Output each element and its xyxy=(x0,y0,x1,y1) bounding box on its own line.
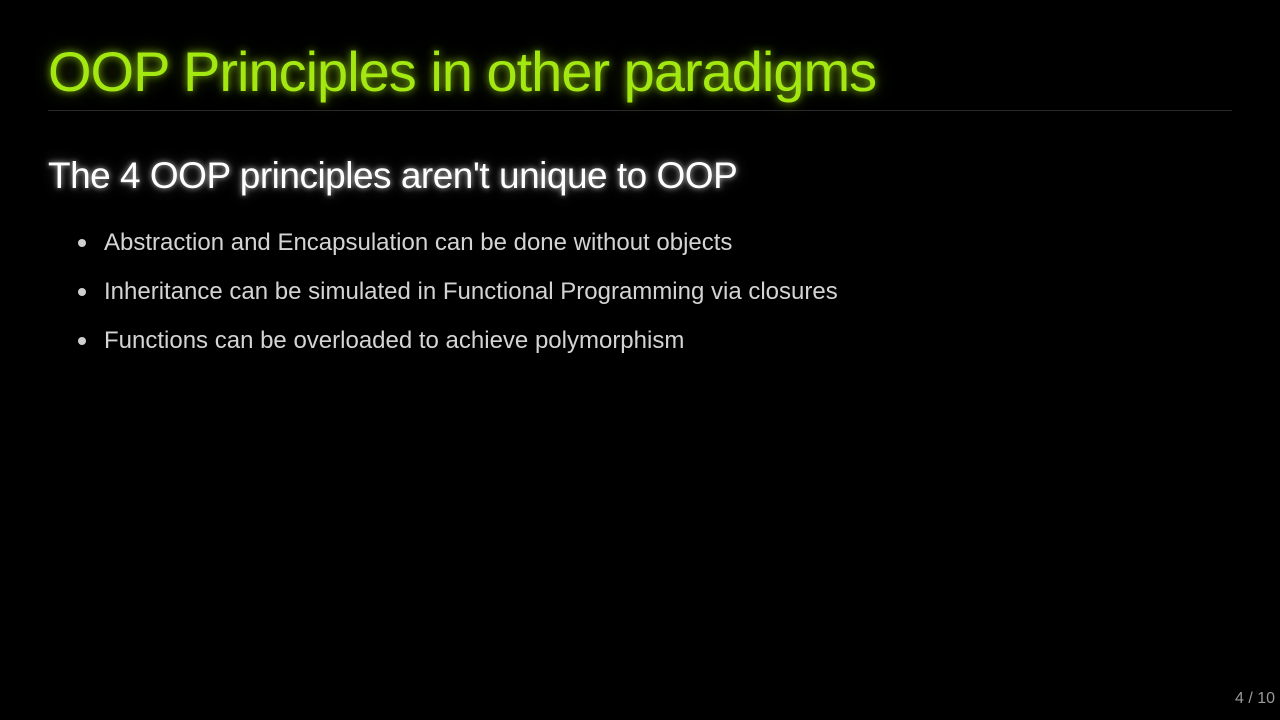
bullet-text: Functions can be overloaded to achieve p… xyxy=(104,326,685,354)
slide-subtitle: The 4 OOP principles aren't unique to OO… xyxy=(48,155,738,196)
bullet-dot-icon xyxy=(78,287,86,296)
slide-title: OOP Principles in other paradigms xyxy=(48,40,877,103)
bullet-text: Inheritance can be simulated in Function… xyxy=(104,277,838,305)
bullet-item: Inheritance can be simulated in Function… xyxy=(78,267,838,316)
bullet-item: Abstraction and Encapsulation can be don… xyxy=(78,218,838,267)
bullet-list: Abstraction and Encapsulation can be don… xyxy=(78,218,838,365)
slide-page-number: 4 / 10 xyxy=(1234,690,1275,707)
bullet-text: Abstraction and Encapsulation can be don… xyxy=(104,228,733,256)
title-divider xyxy=(48,110,1232,111)
presentation-slide: OOP Principles in other paradigms The 4 … xyxy=(0,0,1280,720)
bullet-dot-icon xyxy=(78,238,86,247)
bullet-item: Functions can be overloaded to achieve p… xyxy=(78,316,838,365)
bullet-dot-icon xyxy=(78,336,86,345)
